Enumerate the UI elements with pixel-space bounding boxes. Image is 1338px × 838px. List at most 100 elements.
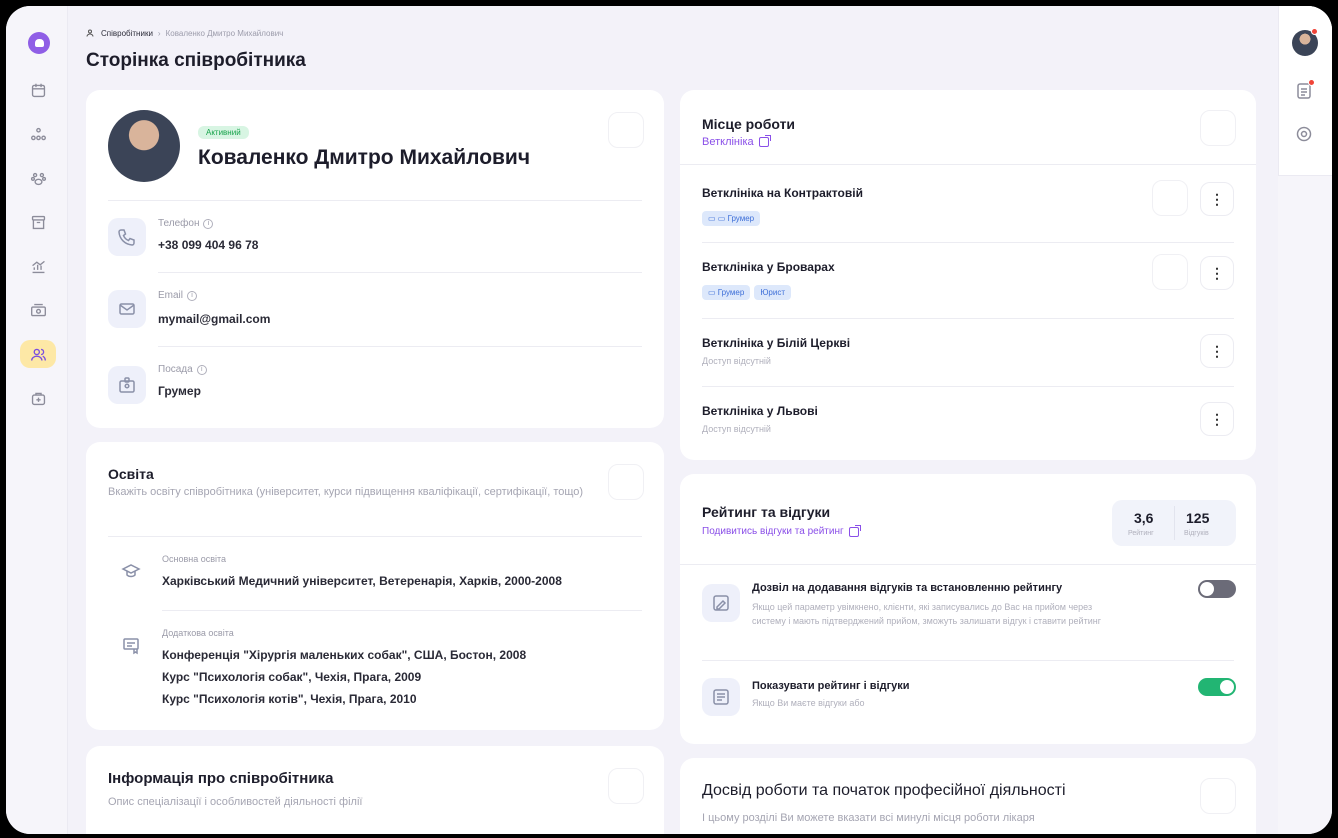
rating-card: Рейтинг та відгуки Подивитись відгуки та… [680, 474, 1256, 744]
workplace-access: Доступ відсутній [702, 356, 771, 366]
phone-label: Телефон i [158, 218, 214, 229]
notification-dot [1308, 79, 1315, 86]
rating-score-label: Рейтинг [1128, 530, 1154, 537]
breadcrumb-root[interactable]: Співробітники [101, 29, 153, 38]
users-icon [86, 29, 94, 37]
calendar-icon[interactable] [20, 76, 56, 104]
workplace-action-button[interactable] [1152, 180, 1188, 216]
profile-card: Активний Коваленко Дмитро Михайлович Тел… [86, 90, 664, 428]
workplace-name: Ветклініка на Контрактовій [702, 186, 863, 200]
phone-value: +38 099 404 96 78 [158, 238, 259, 252]
divider [702, 386, 1234, 387]
divider [702, 318, 1234, 319]
position-label: Посада i [158, 364, 207, 375]
experience-title: Досвід роботи та початок професійної дія… [702, 782, 1066, 799]
experience-card: Досвід роботи та початок професійної дія… [680, 758, 1256, 834]
edit-review-icon [702, 584, 740, 622]
support-icon[interactable] [1296, 126, 1312, 147]
workplace-title: Місце роботи [702, 116, 796, 132]
breadcrumb-current: Коваленко Дмитро Михайлович [165, 28, 284, 38]
extra-education-item: Курс "Психологія собак", Чехія, Прага, 2… [162, 670, 422, 684]
edit-button[interactable] [608, 112, 644, 148]
archive-icon[interactable] [20, 208, 56, 236]
more-options-icon[interactable]: ⋮ [1200, 402, 1234, 436]
allow-reviews-toggle[interactable] [1198, 580, 1236, 598]
analytics-icon[interactable] [20, 252, 56, 280]
graduation-cap-icon [112, 552, 150, 590]
left-sidebar [6, 6, 68, 834]
role-tag: ▭ Грумер [702, 285, 751, 300]
rating-title: Рейтинг та відгуки [702, 504, 831, 520]
allow-reviews-description: Якщо цей параметр увімкнено, клієнти, як… [752, 602, 1101, 626]
app-window: Співробітники › Коваленко Дмитро Михайло… [6, 6, 1332, 834]
workplace-action-button[interactable] [1152, 254, 1188, 290]
workplace-card: Місце роботи Ветклініка Ветклініка на Ко… [680, 90, 1256, 460]
page-title: Сторінка співробітника [86, 50, 306, 71]
workplace-tags: ▭ ▭ Грумер [702, 208, 764, 226]
role-tag: ▭ ▭ Грумер [702, 211, 761, 226]
certificate-icon [112, 626, 150, 664]
medical-case-icon[interactable] [20, 384, 56, 412]
cash-icon[interactable] [20, 296, 56, 324]
workplace-access: Доступ відсутній [702, 424, 771, 434]
workplace-link[interactable]: Ветклініка [702, 135, 771, 148]
experience-description: І цьому розділі Ви можете вказати всі ми… [702, 812, 1035, 824]
education-description: Вкажіть освіту співробітника (університе… [108, 486, 584, 498]
info-icon[interactable]: i [196, 364, 207, 375]
role-tag: Юрист [754, 285, 792, 300]
breadcrumb: Співробітники › Коваленко Дмитро Михайло… [86, 28, 283, 38]
reviews-count-label: Відгуків [1184, 530, 1209, 537]
rating-stats: 3,6 Рейтинг 125 Відгуків [1112, 500, 1236, 546]
extra-education-item: Конференція "Хірургія маленьких собак", … [162, 648, 527, 662]
info-icon[interactable]: i [187, 290, 198, 301]
info-icon[interactable]: i [203, 218, 214, 229]
email-icon [108, 290, 146, 328]
more-options-icon[interactable]: ⋮ [1200, 256, 1234, 290]
notification-dot [1311, 28, 1318, 35]
education-card: Освіта Вкажіть освіту співробітника (уні… [86, 442, 664, 730]
extra-education-item: Курс "Психологія котів", Чехія, Прага, 2… [162, 692, 417, 706]
divider [108, 536, 642, 537]
employees-icon[interactable] [20, 340, 56, 368]
external-link-icon [758, 135, 771, 147]
edit-info-button[interactable] [608, 768, 644, 804]
main-content: Співробітники › Коваленко Дмитро Михайло… [68, 6, 1278, 834]
more-options-icon[interactable]: ⋮ [1200, 182, 1234, 216]
extra-education-label: Додаткова освіта [162, 628, 234, 638]
org-structure-icon[interactable] [20, 120, 56, 148]
position-value: Грумер [158, 384, 201, 398]
workplace-name: Ветклініка у Броварах [702, 260, 835, 274]
show-rating-description: Якщо Ви маєте відгуки або [752, 698, 865, 708]
paw-icon[interactable] [20, 164, 56, 192]
email-value: mymail@gmail.com [158, 312, 271, 326]
badge-id-icon [108, 366, 146, 404]
workplace-name: Ветклініка у Білій Церкві [702, 336, 851, 350]
divider [702, 242, 1234, 243]
main-education-label: Основна освіта [162, 554, 227, 564]
reviews-count: 125 [1186, 510, 1210, 526]
edit-education-button[interactable] [608, 464, 644, 500]
rating-display-icon [702, 678, 740, 716]
employee-info-title: Інформація про співробітника [108, 770, 334, 787]
education-title: Освіта [108, 466, 154, 482]
rating-score: 3,6 [1134, 510, 1154, 526]
status-badge: Активний [198, 122, 249, 140]
divider [108, 200, 642, 201]
divider [158, 346, 642, 347]
edit-experience-button[interactable] [1200, 778, 1236, 814]
employee-info-description: Опис спеціалізації і особливостей діяльн… [108, 796, 363, 808]
divider [158, 272, 642, 273]
right-sidebar [1278, 6, 1332, 834]
employee-avatar [108, 110, 180, 182]
show-rating-toggle[interactable] [1198, 678, 1236, 696]
divider [162, 610, 642, 611]
reviews-link[interactable]: Подивитись відгуки та рейтинг [702, 524, 861, 537]
divider [680, 164, 1256, 165]
workplace-action-button[interactable] [1200, 110, 1236, 146]
more-options-icon[interactable]: ⋮ [1200, 334, 1234, 368]
email-label: Email i [158, 290, 198, 301]
logo-icon[interactable] [28, 32, 50, 54]
phone-icon [108, 218, 146, 256]
allow-reviews-title: Дозвіл на додавання відгуків та встановл… [752, 582, 1063, 594]
main-education-value: Харківський Медичний університет, Ветере… [162, 574, 562, 588]
